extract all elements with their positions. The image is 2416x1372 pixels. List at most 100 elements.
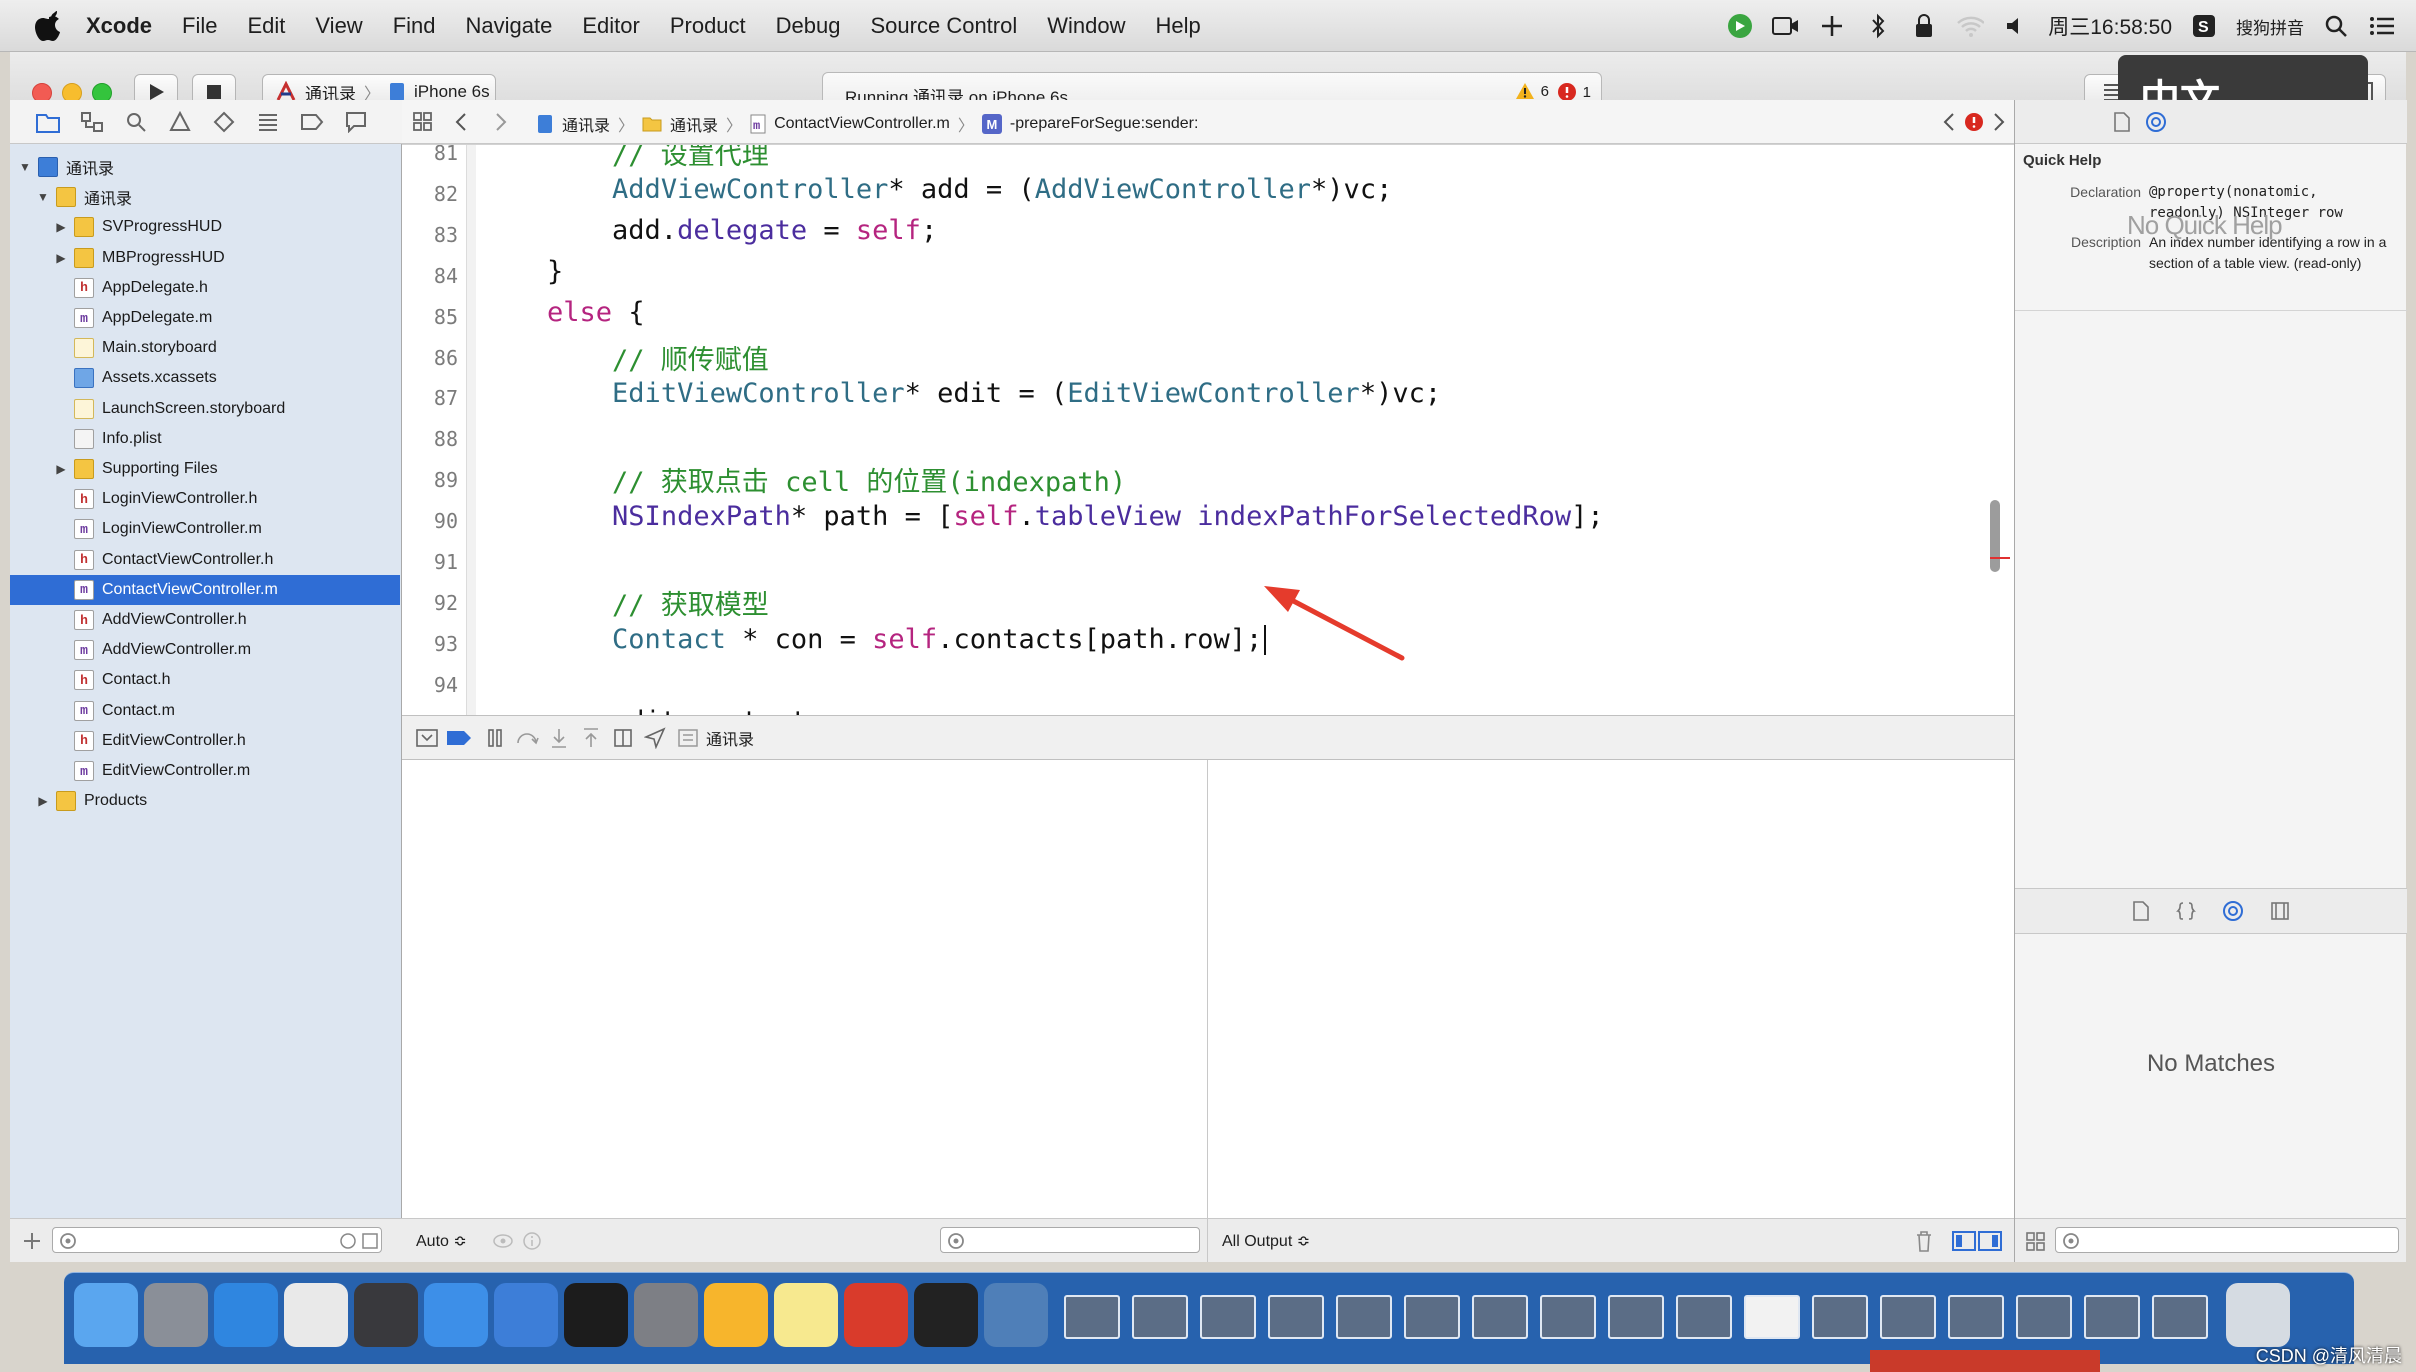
media-library-icon[interactable] (2270, 901, 2290, 921)
forward-arrow-icon[interactable] (494, 112, 508, 132)
console-icon[interactable] (914, 1283, 978, 1347)
code-line[interactable]: Contact * con = self.contacts[path.row]; (482, 624, 1267, 656)
issue-error-icon[interactable] (1964, 112, 1984, 132)
menu-edit[interactable]: Edit (247, 13, 285, 39)
minimized-window-thumbnail[interactable] (1336, 1295, 1392, 1339)
notes-icon[interactable] (774, 1283, 838, 1347)
disclosure-triangle-icon[interactable]: ▼ (18, 160, 32, 174)
spotlight-search-icon[interactable] (2322, 12, 2350, 40)
apple-menu-icon[interactable] (34, 9, 68, 43)
code-line[interactable]: else { (482, 297, 645, 328)
tree-row[interactable]: h Contact.h (10, 665, 400, 695)
library-filter-field[interactable] (2055, 1227, 2399, 1253)
disclosure-triangle-icon[interactable]: ▶ (36, 794, 50, 808)
minimized-window-thumbnail[interactable] (2016, 1295, 2072, 1339)
minimized-window-thumbnail[interactable] (1064, 1295, 1120, 1339)
simulate-location-button[interactable] (642, 725, 668, 751)
tree-row[interactable]: ▶ SVProgressHUD (10, 212, 400, 242)
menu-view[interactable]: View (315, 13, 362, 39)
editor-scrollbar[interactable] (1990, 500, 2000, 572)
system-preferences-icon[interactable] (634, 1283, 698, 1347)
debug-target[interactable]: 通讯录 (678, 725, 754, 751)
tree-row[interactable]: ▶ Products (10, 786, 400, 816)
find-navigator-tab-icon[interactable] (122, 108, 150, 136)
line-number[interactable]: 90 (402, 509, 458, 533)
minimized-window-thumbnail[interactable] (2152, 1295, 2208, 1339)
report-navigator-tab-icon[interactable] (342, 108, 370, 136)
minimized-window-thumbnail[interactable] (1540, 1295, 1596, 1339)
step-into-button[interactable] (546, 725, 572, 751)
tree-row[interactable]: ▼ 通讯录 (10, 152, 400, 182)
code-line[interactable]: add.delegate = self; (482, 215, 937, 246)
quicktime-icon[interactable] (984, 1283, 1048, 1347)
back-arrow-icon[interactable] (454, 112, 468, 132)
code-line[interactable]: // 获取点击 cell 的位置(indexpath) (482, 460, 1126, 499)
tree-row[interactable]: Info.plist (10, 424, 400, 454)
breadcrumb-group[interactable]: 通讯录 (670, 112, 718, 136)
tree-row[interactable]: m Contact.m (10, 696, 400, 726)
screen-record-icon[interactable] (1772, 12, 1800, 40)
warnings-indicator[interactable]: 6 (1515, 82, 1549, 100)
lock-icon[interactable] (1910, 12, 1938, 40)
view-debugger-button[interactable] (610, 725, 636, 751)
line-number-gutter[interactable]: 81828384858687888990919293949596979899 (402, 145, 466, 715)
grid-view-icon[interactable] (2025, 1231, 2047, 1253)
menu-navigate[interactable]: Navigate (466, 13, 553, 39)
terminal-icon[interactable] (564, 1283, 628, 1347)
menu-find[interactable]: Find (393, 13, 436, 39)
tree-row[interactable]: ▶ MBProgressHUD (10, 243, 400, 273)
menu-clock[interactable]: 周三16:58:50 (2048, 11, 2172, 41)
line-number[interactable]: 93 (402, 632, 458, 656)
debug-navigator-tab-icon[interactable] (254, 108, 282, 136)
file-inspector-icon[interactable] (2113, 112, 2131, 132)
mouse-settings-icon[interactable] (284, 1283, 348, 1347)
console-view[interactable]: All Output ≎ (1208, 760, 2014, 1262)
minimized-window-thumbnail[interactable] (1948, 1295, 2004, 1339)
breadcrumb-file[interactable]: ContactViewController.m (774, 115, 950, 133)
sketch-icon[interactable] (704, 1283, 768, 1347)
tree-row[interactable]: Assets.xcassets (10, 363, 400, 393)
code-line[interactable]: NSIndexPath* path = [self.tableView inde… (482, 501, 1604, 532)
disclosure-triangle-icon[interactable]: ▼ (36, 190, 50, 204)
project-navigator-tab-icon[interactable] (34, 108, 62, 136)
line-number[interactable]: 89 (402, 468, 458, 492)
menu-product[interactable]: Product (670, 13, 746, 39)
tree-row[interactable]: m EditViewController.m (10, 756, 400, 786)
plus-status-icon[interactable] (1818, 12, 1846, 40)
line-number[interactable]: 88 (402, 427, 458, 451)
minimized-window-thumbnail[interactable] (1132, 1295, 1188, 1339)
trash-icon[interactable] (2226, 1283, 2290, 1347)
line-number[interactable]: 82 (402, 182, 458, 206)
tree-row[interactable]: h AppDelegate.h (10, 273, 400, 303)
tree-row[interactable]: h AddViewController.h (10, 605, 400, 635)
sogou-input-icon[interactable]: S (2190, 12, 2218, 40)
menu-file[interactable]: File (182, 13, 217, 39)
tree-row[interactable]: m AppDelegate.m (10, 303, 400, 333)
tree-row[interactable]: m AddViewController.m (10, 635, 400, 665)
minimized-window-thumbnail[interactable] (1676, 1295, 1732, 1339)
menu-source-control[interactable]: Source Control (871, 13, 1018, 39)
line-number[interactable]: 83 (402, 223, 458, 247)
xcode-icon[interactable] (424, 1283, 488, 1347)
variables-filter-field[interactable] (940, 1227, 1200, 1253)
minimized-window-thumbnail[interactable] (1880, 1295, 1936, 1339)
code-line[interactable]: // 顺传赋值 (482, 338, 769, 377)
line-number[interactable]: 94 (402, 673, 458, 697)
breakpoints-toggle-button[interactable] (446, 725, 472, 751)
disclosure-triangle-icon[interactable]: ▶ (54, 251, 68, 265)
tree-row[interactable]: ▼ 通讯录 (10, 182, 400, 212)
breadcrumb-method[interactable]: -prepareForSegue:sender: (1010, 115, 1199, 133)
minimized-window-thumbnail[interactable] (2084, 1295, 2140, 1339)
bluetooth-icon[interactable] (1864, 12, 1892, 40)
photo-slideshow-icon[interactable] (354, 1283, 418, 1347)
menu-window[interactable]: Window (1047, 13, 1125, 39)
line-number[interactable]: 92 (402, 591, 458, 615)
source-editor[interactable]: 81828384858687888990919293949596979899 /… (402, 145, 2014, 715)
wifi-icon[interactable] (1956, 12, 1985, 40)
minimized-window-thumbnail[interactable] (1404, 1295, 1460, 1339)
tree-row[interactable]: h EditViewController.h (10, 726, 400, 756)
menu-help[interactable]: Help (1156, 13, 1201, 39)
variables-scope-selector[interactable]: Auto ≎ (416, 1231, 467, 1251)
pause-button[interactable] (482, 725, 508, 751)
issue-navigator-tab-icon[interactable] (166, 108, 194, 136)
